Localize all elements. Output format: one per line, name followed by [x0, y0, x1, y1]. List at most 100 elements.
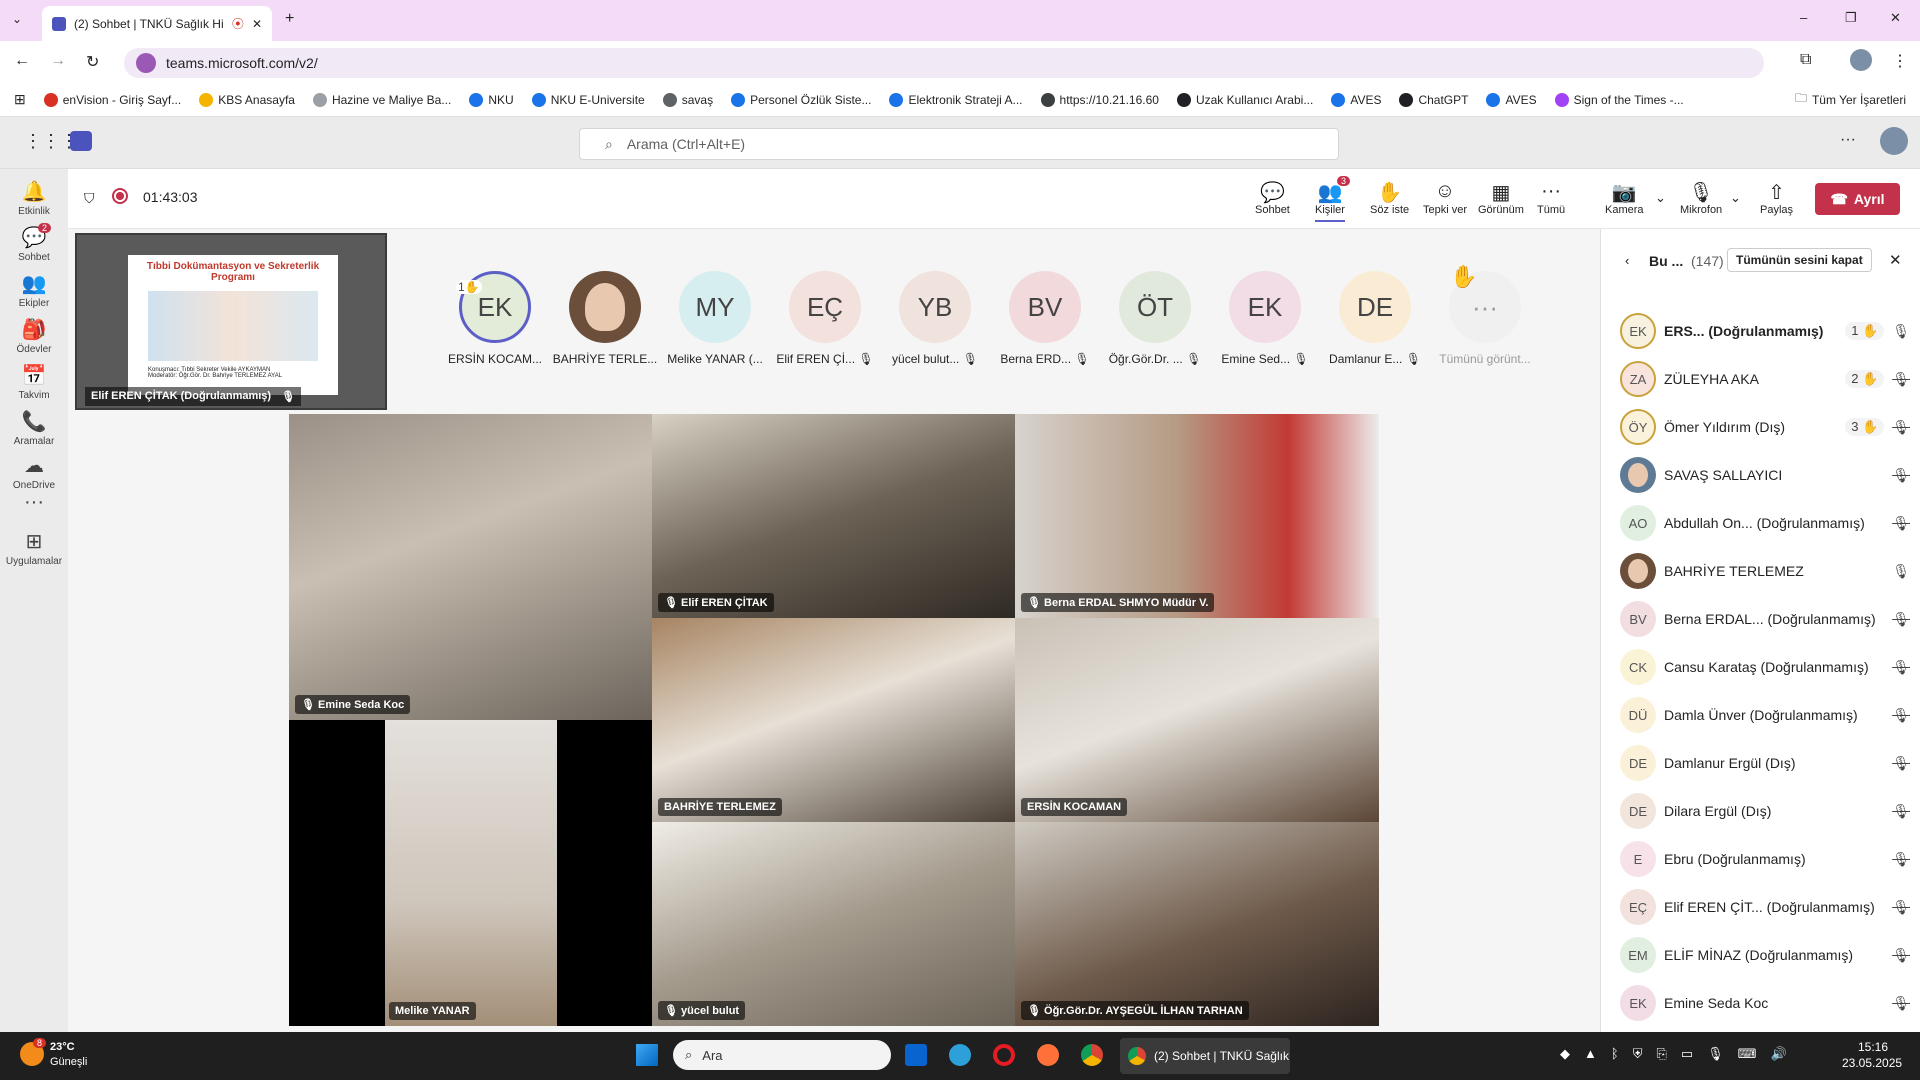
toolbar-more-button[interactable]: ··· Tümü	[1537, 180, 1565, 216]
minimize-button[interactable]: –	[1800, 10, 1807, 25]
site-info-icon[interactable]	[136, 53, 156, 73]
opera-icon[interactable]	[993, 1044, 1015, 1066]
close-window-button[interactable]: ✕	[1890, 10, 1901, 26]
rail-item-ödevler[interactable]: 🎒 Ödevler	[0, 317, 68, 355]
bookmark-item[interactable]: Uzak Kullanıcı Arabi...	[1176, 92, 1313, 107]
participant-row[interactable]: EM ELİF MİNAZ (Doğrulanmamış) 🎙	[1620, 935, 1910, 975]
mic-options-chevron-icon[interactable]: ⌄	[1730, 190, 1741, 206]
display-icon[interactable]: ▭	[1681, 1046, 1693, 1062]
participant-row[interactable]: ZA ZÜLEYHA AKA 2 ✋ 🎙	[1620, 359, 1910, 399]
bookmark-item[interactable]: AVES	[1331, 92, 1381, 107]
clock-date[interactable]: 23.05.2025	[1842, 1056, 1902, 1070]
apps-grid-icon[interactable]: ⊞	[14, 91, 26, 108]
video-tile[interactable]: 🎙 yücel bulut	[652, 822, 1015, 1026]
taskbar-active-window[interactable]: (2) Sohbet | TNKÜ Sağlık	[1120, 1038, 1290, 1074]
bookmark-item[interactable]: ChatGPT	[1399, 92, 1468, 107]
reload-icon[interactable]: ↻	[86, 52, 99, 72]
toolbar-react-button[interactable]: ☺ Tepki ver	[1423, 180, 1467, 216]
all-bookmarks[interactable]: 🗀 Tüm Yer İşaretleri	[1795, 89, 1906, 110]
edge-icon[interactable]	[949, 1044, 971, 1066]
rail-item-aramalar[interactable]: 📞 Aramalar	[0, 409, 68, 447]
rail-item-onedrive[interactable]: ☁ OneDrive	[0, 453, 68, 491]
camera-button[interactable]: 📷 Kamera	[1605, 180, 1644, 216]
participant-row[interactable]: DE Damlanur Ergül (Dış) 🎙	[1620, 743, 1910, 783]
profile-avatar[interactable]	[1850, 49, 1872, 71]
participant-avatar[interactable]: YB	[899, 271, 971, 343]
toolbar-raise-hand-button[interactable]: ✋ Söz iste	[1370, 180, 1409, 216]
rail-item-etkinlik[interactable]: 🔔 Etkinlik	[0, 179, 68, 217]
video-tile[interactable]: Melike YANAR	[289, 720, 652, 1026]
participant-avatar[interactable]: ÖT	[1119, 271, 1191, 343]
panel-back-icon[interactable]: ‹	[1625, 253, 1629, 268]
toolbar-people-button[interactable]: 👥 Kişiler 3	[1315, 176, 1351, 222]
participant-avatar[interactable]: EK	[1229, 271, 1301, 343]
mute-all-button[interactable]: Tümünün sesini kapat	[1727, 248, 1872, 272]
chrome-icon[interactable]	[1081, 1044, 1103, 1066]
video-tile[interactable]: 🎙 Elif EREN ÇİTAK	[652, 414, 1015, 618]
participant-row[interactable]: BAHRİYE TERLEMEZ 🎙	[1620, 551, 1910, 591]
bookmark-item[interactable]: Elektronik Strateji A...	[889, 92, 1023, 107]
participant-row[interactable]: EÇ Elif EREN ÇİT... (Doğrulanmamış) 🎙	[1620, 887, 1910, 927]
participant-avatar[interactable]: DE	[1339, 271, 1411, 343]
url-bar[interactable]: teams.microsoft.com/v2/	[124, 48, 1764, 78]
mic-button[interactable]: 🎙 Mikrofon	[1680, 180, 1722, 216]
rail-item-takvim[interactable]: 📅 Takvim	[0, 363, 68, 401]
camera-options-chevron-icon[interactable]: ⌄	[1655, 190, 1666, 206]
toolbar-view-button[interactable]: ▦ Görünüm	[1478, 180, 1524, 216]
leave-button[interactable]: ☎ Ayrıl	[1815, 183, 1900, 215]
bookmark-item[interactable]: savaş	[662, 92, 713, 107]
bookmark-item[interactable]: NKU	[469, 92, 514, 107]
participant-avatar[interactable]	[569, 271, 641, 343]
bookmark-item[interactable]: Personel Özlük Siste...	[731, 92, 871, 107]
participant-avatar[interactable]: EK 1✋	[456, 271, 531, 343]
bookmark-item[interactable]: KBS Anasayfa	[199, 92, 295, 107]
video-tile[interactable]: BAHRİYE TERLEMEZ	[652, 618, 1015, 822]
participant-row[interactable]: ÖY Ömer Yıldırım (Dış) 3 ✋ 🎙	[1620, 407, 1910, 447]
security-icon[interactable]: ⛨	[1633, 1046, 1643, 1062]
bookmark-item[interactable]: AVES	[1486, 92, 1537, 107]
participant-avatar[interactable]: EÇ	[789, 271, 861, 343]
bluetooth-icon[interactable]: ᛒ	[1611, 1046, 1619, 1062]
participant-row[interactable]: EK ERS... (Doğrulanmamış) 1 ✋ 🎙	[1620, 311, 1910, 351]
search-box[interactable]: ⌕ Arama (Ctrl+Alt+E)	[579, 128, 1339, 160]
bookmark-item[interactable]: https://10.21.16.60	[1040, 92, 1159, 107]
bookmark-item[interactable]: Sign of the Times -...	[1554, 92, 1684, 107]
participant-row[interactable]: E Ebru (Doğrulanmamış) 🎙	[1620, 839, 1910, 879]
extensions-icon[interactable]: ⧉	[1800, 51, 1811, 69]
rail-item-ekipler[interactable]: 👥 Ekipler	[0, 271, 68, 309]
bookmark-item[interactable]: NKU E-Universite	[531, 92, 645, 107]
toolbar-chat-button[interactable]: 💬 Sohbet	[1255, 180, 1290, 216]
microphone-icon[interactable]: 🎙	[1707, 1046, 1724, 1062]
windows-start-icon[interactable]	[636, 1044, 658, 1066]
firefox-icon[interactable]	[1037, 1044, 1059, 1066]
participant-row[interactable]: EK Emine Seda Koc 🎙	[1620, 983, 1910, 1023]
video-tile[interactable]: 🎙 Berna ERDAL SHMYO Müdür V.	[1015, 414, 1379, 618]
participant-row[interactable]: SAVAŞ SALLAYICI 🎙	[1620, 455, 1910, 495]
panel-close-button[interactable]: ✕	[1889, 251, 1902, 269]
browser-tab[interactable]: (2) Sohbet | TNKÜ Sağlık Hi ⦿ ✕	[42, 6, 272, 41]
maximize-button[interactable]: ❐	[1845, 10, 1857, 26]
bookmark-item[interactable]: enVision - Giriş Sayf...	[43, 92, 181, 107]
google-drive-icon[interactable]: ▲	[1584, 1046, 1597, 1062]
video-tile[interactable]: ERSİN KOCAMAN	[1015, 618, 1379, 822]
participant-row[interactable]: DÜ Damla Ünver (Doğrulanmamış) 🎙	[1620, 695, 1910, 735]
participant-avatar[interactable]: MY	[679, 271, 751, 343]
network-icon[interactable]: ⌨	[1738, 1046, 1757, 1062]
back-icon[interactable]: ←	[14, 52, 30, 70]
tray-app-icon[interactable]: ◆	[1560, 1046, 1570, 1062]
video-tile[interactable]: 🎙 Emine Seda Koc	[289, 414, 652, 720]
taskbar-search[interactable]: ⌕ Ara	[673, 1040, 891, 1070]
usb-icon[interactable]: ⎘	[1656, 1046, 1666, 1062]
clock-time[interactable]: 15:16	[1858, 1040, 1888, 1054]
participant-row[interactable]: CK Cansu Karataş (Doğrulanmamış) 🎙	[1620, 647, 1910, 687]
bookmark-item[interactable]: Hazine ve Maliye Ba...	[312, 92, 451, 107]
participant-row[interactable]: DE Dilara Ergül (Dış) 🎙	[1620, 791, 1910, 831]
chrome-menu-icon[interactable]: ⋮	[1892, 51, 1908, 71]
outlook-icon[interactable]	[905, 1044, 927, 1066]
volume-icon[interactable]: 🔊	[1770, 1046, 1786, 1062]
rail-item-uygulamalar[interactable]: ⊞ Uygulamalar	[0, 529, 68, 567]
participant-avatar[interactable]: BV	[1009, 271, 1081, 343]
share-button[interactable]: ⇧ Paylaş	[1760, 180, 1793, 216]
participant-row[interactable]: BV Berna ERDAL... (Doğrulanmamış) 🎙	[1620, 599, 1910, 639]
rail-item-sohbet[interactable]: 💬 Sohbet 2	[0, 223, 68, 263]
